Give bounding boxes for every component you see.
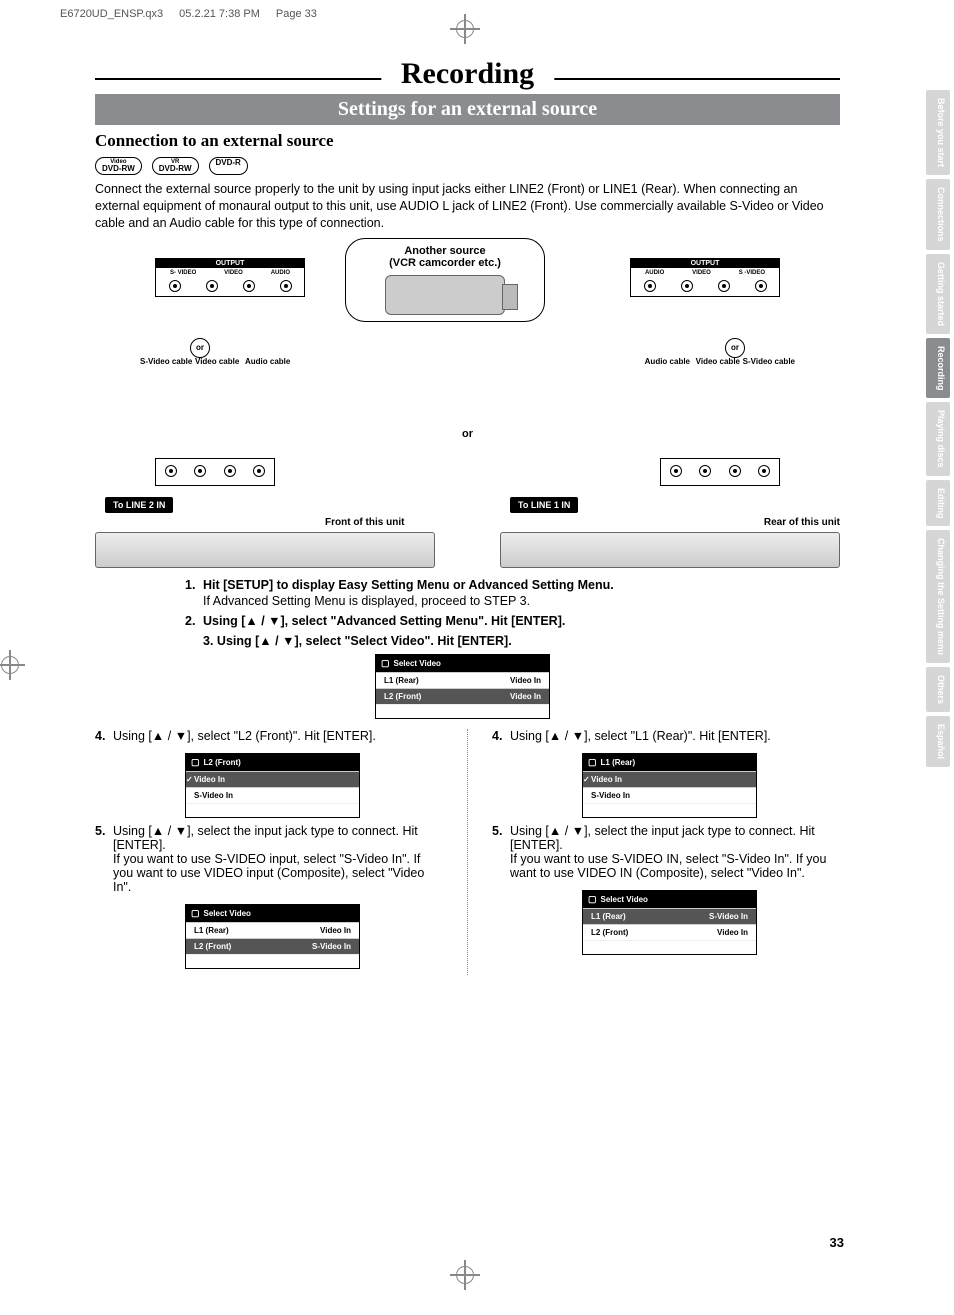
output-label-left: OUTPUT [156, 259, 304, 268]
osd-title: L2 (Front) [204, 758, 241, 767]
camcorder-icon [385, 275, 505, 315]
source-title: Another source [360, 245, 530, 257]
registration-mark-left [0, 650, 25, 680]
step-3: 3. Using [▲ / ▼], select "Select Video".… [95, 634, 840, 648]
cable-video-r: Video cable [696, 358, 740, 366]
side-tabs: Before you start Connections Getting sta… [926, 90, 950, 767]
intro-text: Connect the external source properly to … [95, 181, 840, 232]
step-4-left: 4. Using [▲ / ▼], select "L2 (Front)". H… [95, 729, 443, 743]
osd-title: Select Video [394, 659, 441, 668]
two-column-steps: 4. Using [▲ / ▼], select "L2 (Front)". H… [95, 729, 840, 975]
output-panel-right: OUTPUT AUDIO VIDEO S -VIDEO [630, 258, 780, 297]
print-crop-header: E6720UD_ENSP.qx3 05.2.21 7:38 PM Page 33 [60, 8, 317, 20]
osd-row: L1 (Rear)Video In [376, 672, 549, 688]
unit-front-chassis [95, 532, 435, 568]
osd-title: Select Video [601, 895, 648, 904]
step-4-right: 4. Using [▲ / ▼], select "L1 (Rear)". Hi… [492, 729, 840, 743]
tab-before-you-start[interactable]: Before you start [926, 90, 950, 175]
cable-svideo-r: S-Video cable [743, 358, 795, 366]
print-timestamp: 05.2.21 7:38 PM [179, 8, 260, 20]
step-2: 2. Using [▲ / ▼], select "Advanced Setti… [185, 614, 840, 628]
tab-editing[interactable]: Editing [926, 480, 950, 527]
cable-video: Video cable [195, 358, 239, 366]
osd-result-left: Select Video L1 (Rear)Video In L2 (Front… [185, 904, 360, 969]
rear-input-panel [660, 458, 780, 486]
output-label-right: OUTPUT [631, 259, 779, 268]
or-center: or [462, 428, 473, 440]
steps-1-2: 1. Hit [SETUP] to display Easy Setting M… [95, 578, 840, 628]
badge-dvdrw-vr: VR DVD-RW [152, 157, 199, 175]
step-1: 1. Hit [SETUP] to display Easy Setting M… [185, 578, 840, 608]
tab-playing-discs[interactable]: Playing discs [926, 402, 950, 476]
print-page: Page 33 [276, 8, 317, 20]
line2-tag: To LINE 2 IN [105, 497, 173, 513]
column-front: 4. Using [▲ / ▼], select "L2 (Front)". H… [95, 729, 443, 975]
page-number: 33 [830, 1235, 844, 1250]
print-file: E6720UD_ENSP.qx3 [60, 8, 163, 20]
osd-select-video: Select Video L1 (Rear)Video In L2 (Front… [375, 654, 550, 719]
output-panel-left: OUTPUT S- VIDEO VIDEO AUDIO [155, 258, 305, 297]
tab-others[interactable]: Others [926, 667, 950, 712]
tab-getting-started[interactable]: Getting started [926, 254, 950, 334]
front-input-panel [155, 458, 275, 486]
cable-svideo: S-Video cable [140, 358, 192, 366]
osd-row: L1 (Rear)Video In [186, 922, 359, 938]
cable-audio-r: Audio cable [645, 358, 690, 366]
registration-mark-bottom [450, 1260, 480, 1290]
jack-lbl: AUDIO [645, 270, 664, 276]
source-box: Another source (VCR camcorder etc.) [345, 238, 545, 322]
page-content: Recording Settings for an external sourc… [95, 60, 840, 975]
tab-settings-menu[interactable]: Changing the Setting menu [926, 530, 950, 663]
page-title: Recording [381, 57, 554, 91]
jack-lbl: S- VIDEO [170, 270, 196, 276]
osd-result-right: Select Video L1 (Rear)S-Video In L2 (Fro… [582, 890, 757, 955]
osd-row: L1 (Rear)S-Video In [583, 908, 756, 924]
column-divider [467, 729, 468, 975]
source-subtitle: (VCR camcorder etc.) [360, 257, 530, 269]
step-5-left: 5. Using [▲ / ▼], select the input jack … [95, 824, 443, 894]
osd-row: Video In [583, 771, 756, 787]
connection-diagram: Another source (VCR camcorder etc.) OUTP… [95, 238, 840, 568]
osd-row: L2 (Front)S-Video In [186, 938, 359, 954]
jack-lbl: VIDEO [692, 270, 711, 276]
tab-connections[interactable]: Connections [926, 179, 950, 250]
column-rear: 4. Using [▲ / ▼], select "L1 (Rear)". Hi… [492, 729, 840, 975]
rear-unit-label: Rear of this unit [764, 517, 840, 528]
front-unit-label: Front of this unit [325, 517, 404, 528]
step-5-right: 5. Using [▲ / ▼], select the input jack … [492, 824, 840, 880]
registration-mark-top [450, 14, 480, 44]
osd-row: S-Video In [583, 787, 756, 803]
osd-row: Video In [186, 771, 359, 787]
section-heading: Settings for an external source [95, 94, 840, 125]
jack-lbl: S -VIDEO [739, 270, 765, 276]
osd-title: Select Video [204, 909, 251, 918]
tab-recording[interactable]: Recording [926, 338, 950, 399]
jack-lbl: AUDIO [271, 270, 290, 276]
osd-title: L1 (Rear) [601, 758, 636, 767]
osd-l1-rear: L1 (Rear) Video In S-Video In [582, 753, 757, 818]
disc-badges: Video DVD-RW VR DVD-RW DVD-R [95, 157, 840, 175]
badge-dvdr: DVD-R [209, 157, 248, 175]
or-badge-left: or [190, 338, 210, 358]
tab-espanol[interactable]: Español [926, 716, 950, 767]
jack-lbl: VIDEO [224, 270, 243, 276]
osd-row: L2 (Front)Video In [583, 924, 756, 940]
osd-row: L2 (Front)Video In [376, 688, 549, 704]
title-rule: Recording [95, 78, 840, 80]
line1-tag: To LINE 1 IN [510, 497, 578, 513]
badge-dvdrw-video: Video DVD-RW [95, 157, 142, 175]
osd-row: S-Video In [186, 787, 359, 803]
subsection-heading: Connection to an external source [95, 131, 840, 151]
cable-audio: Audio cable [245, 358, 290, 366]
or-badge-right: or [725, 338, 745, 358]
unit-rear-chassis [500, 532, 840, 568]
osd-l2-front: L2 (Front) Video In S-Video In [185, 753, 360, 818]
